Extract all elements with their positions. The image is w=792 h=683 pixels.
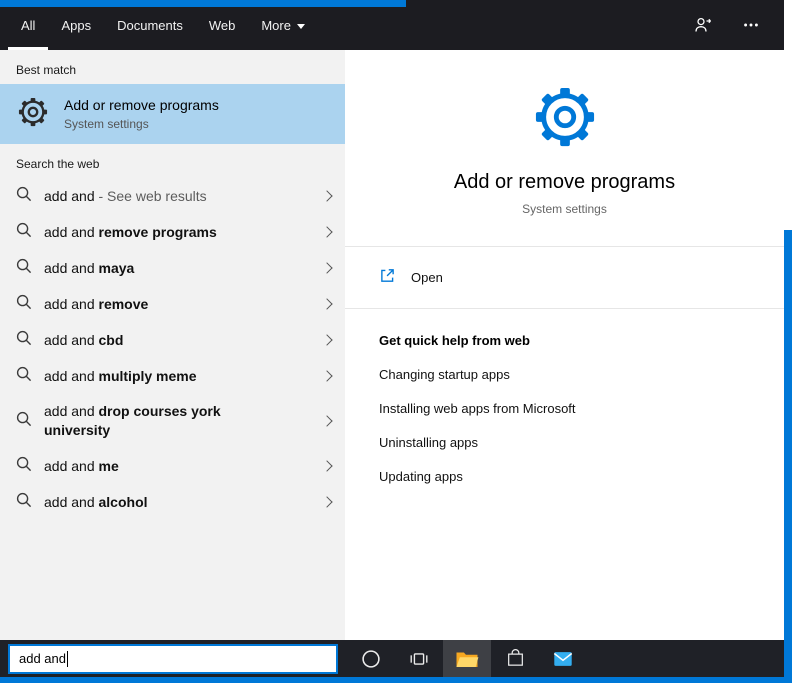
taskbar: add and — [0, 640, 784, 677]
best-match-subtitle: System settings — [64, 117, 219, 131]
search-suggestion[interactable]: add and multiply meme — [0, 358, 345, 394]
quick-help-header: Get quick help from web — [379, 333, 750, 348]
help-link[interactable]: Updating apps — [379, 469, 750, 484]
suggestion-note: - See web results — [95, 188, 207, 204]
suggestion-completion: alcohol — [95, 494, 148, 510]
detail-title: Add or remove programs — [345, 171, 784, 194]
search-input-value: add and — [19, 651, 66, 666]
open-button[interactable]: Open — [345, 247, 784, 309]
chevron-right-icon[interactable] — [321, 496, 332, 507]
suggestion-typed: add and — [44, 332, 95, 348]
search-icon — [16, 456, 32, 477]
search-suggestion[interactable]: add and drop courses york university — [0, 394, 345, 448]
suggestion-typed: add and — [44, 494, 95, 510]
help-link[interactable]: Installing web apps from Microsoft — [379, 401, 750, 416]
file-explorer-icon[interactable] — [443, 640, 491, 677]
search-icon — [16, 330, 32, 351]
search-input[interactable]: add and — [8, 644, 338, 674]
suggestion-completion: remove — [95, 296, 149, 312]
tab-web[interactable]: Web — [196, 0, 249, 50]
chevron-down-icon — [297, 24, 305, 29]
mail-icon[interactable] — [539, 640, 587, 677]
tab-documents[interactable]: Documents — [104, 0, 196, 50]
chevron-right-icon[interactable] — [321, 298, 332, 309]
suggestion-completion: remove programs — [95, 224, 217, 240]
suggestion-completion: maya — [95, 260, 135, 276]
suggestion-typed: add and — [44, 296, 95, 312]
detail-hero: Add or remove programs System settings — [345, 50, 784, 247]
gear-icon — [18, 97, 48, 132]
open-external-icon — [379, 267, 396, 289]
suggestion-typed: add and — [44, 188, 95, 204]
tab-apps[interactable]: Apps — [48, 0, 104, 50]
tab-web-label: Web — [209, 18, 236, 33]
best-match-result[interactable]: Add or remove programs System settings — [0, 84, 345, 144]
search-icon — [16, 258, 32, 279]
search-icon — [16, 366, 32, 387]
search-results-area: Best match — [0, 50, 784, 640]
chevron-right-icon[interactable] — [321, 262, 332, 273]
search-suggestion[interactable]: add and - See web results — [0, 178, 345, 214]
open-button-label: Open — [411, 270, 443, 285]
search-suggestion[interactable]: add and alcohol — [0, 484, 345, 520]
tab-all-label: All — [21, 18, 35, 33]
tab-apps-label: Apps — [61, 18, 91, 33]
detail-subtitle: System settings — [345, 202, 784, 216]
search-suggestion[interactable]: add and remove programs — [0, 214, 345, 250]
best-match-header: Best match — [0, 50, 345, 84]
search-suggestion[interactable]: add and maya — [0, 250, 345, 286]
quick-help-section: Get quick help from web Changing startup… — [345, 309, 784, 484]
suggestion-completion: cbd — [95, 332, 124, 348]
chevron-right-icon[interactable] — [321, 190, 332, 201]
search-filter-tabs: All Apps Documents Web More — [8, 0, 318, 50]
suggestion-completion: multiply meme — [95, 368, 197, 384]
results-panel: Best match — [0, 50, 345, 640]
search-icon — [16, 411, 32, 432]
chevron-right-icon[interactable] — [321, 460, 332, 471]
search-icon — [16, 294, 32, 315]
chevron-right-icon[interactable] — [321, 415, 332, 426]
chevron-right-icon[interactable] — [321, 370, 332, 381]
search-suggestion[interactable]: add and cbd — [0, 322, 345, 358]
store-icon[interactable] — [491, 640, 539, 677]
search-suggestion[interactable]: add and me — [0, 448, 345, 484]
background-window-edge — [784, 0, 792, 230]
search-web-header: Search the web — [0, 144, 345, 178]
task-view-icon[interactable] — [395, 640, 443, 677]
help-link[interactable]: Changing startup apps — [379, 367, 750, 382]
text-cursor — [67, 651, 68, 667]
cortana-icon[interactable] — [347, 640, 395, 677]
tab-more-label: More — [261, 18, 291, 33]
suggestion-typed: add and — [44, 403, 95, 419]
gear-icon — [534, 135, 596, 152]
suggestion-typed: add and — [44, 368, 95, 384]
suggestion-typed: add and — [44, 260, 95, 276]
suggestion-completion: me — [95, 458, 119, 474]
suggestion-typed: add and — [44, 458, 95, 474]
best-match-title: Add or remove programs — [64, 97, 219, 113]
suggestion-typed: add and — [44, 224, 95, 240]
chevron-right-icon[interactable] — [321, 334, 332, 345]
search-flyout: All Apps Documents Web More — [0, 0, 784, 677]
search-header: All Apps Documents Web More — [0, 0, 784, 50]
chevron-right-icon[interactable] — [321, 226, 332, 237]
search-icon — [16, 186, 32, 207]
tab-more[interactable]: More — [248, 0, 318, 50]
search-icon — [16, 492, 32, 513]
search-icon — [16, 222, 32, 243]
tab-documents-label: Documents — [117, 18, 183, 33]
detail-panel: Add or remove programs System settings O… — [345, 50, 784, 640]
person-icon[interactable] — [692, 14, 714, 36]
ellipsis-icon[interactable] — [740, 14, 762, 36]
tab-all[interactable]: All — [8, 0, 48, 50]
desktop-background — [0, 0, 406, 7]
search-suggestion[interactable]: add and remove — [0, 286, 345, 322]
help-link[interactable]: Uninstalling apps — [379, 435, 750, 450]
